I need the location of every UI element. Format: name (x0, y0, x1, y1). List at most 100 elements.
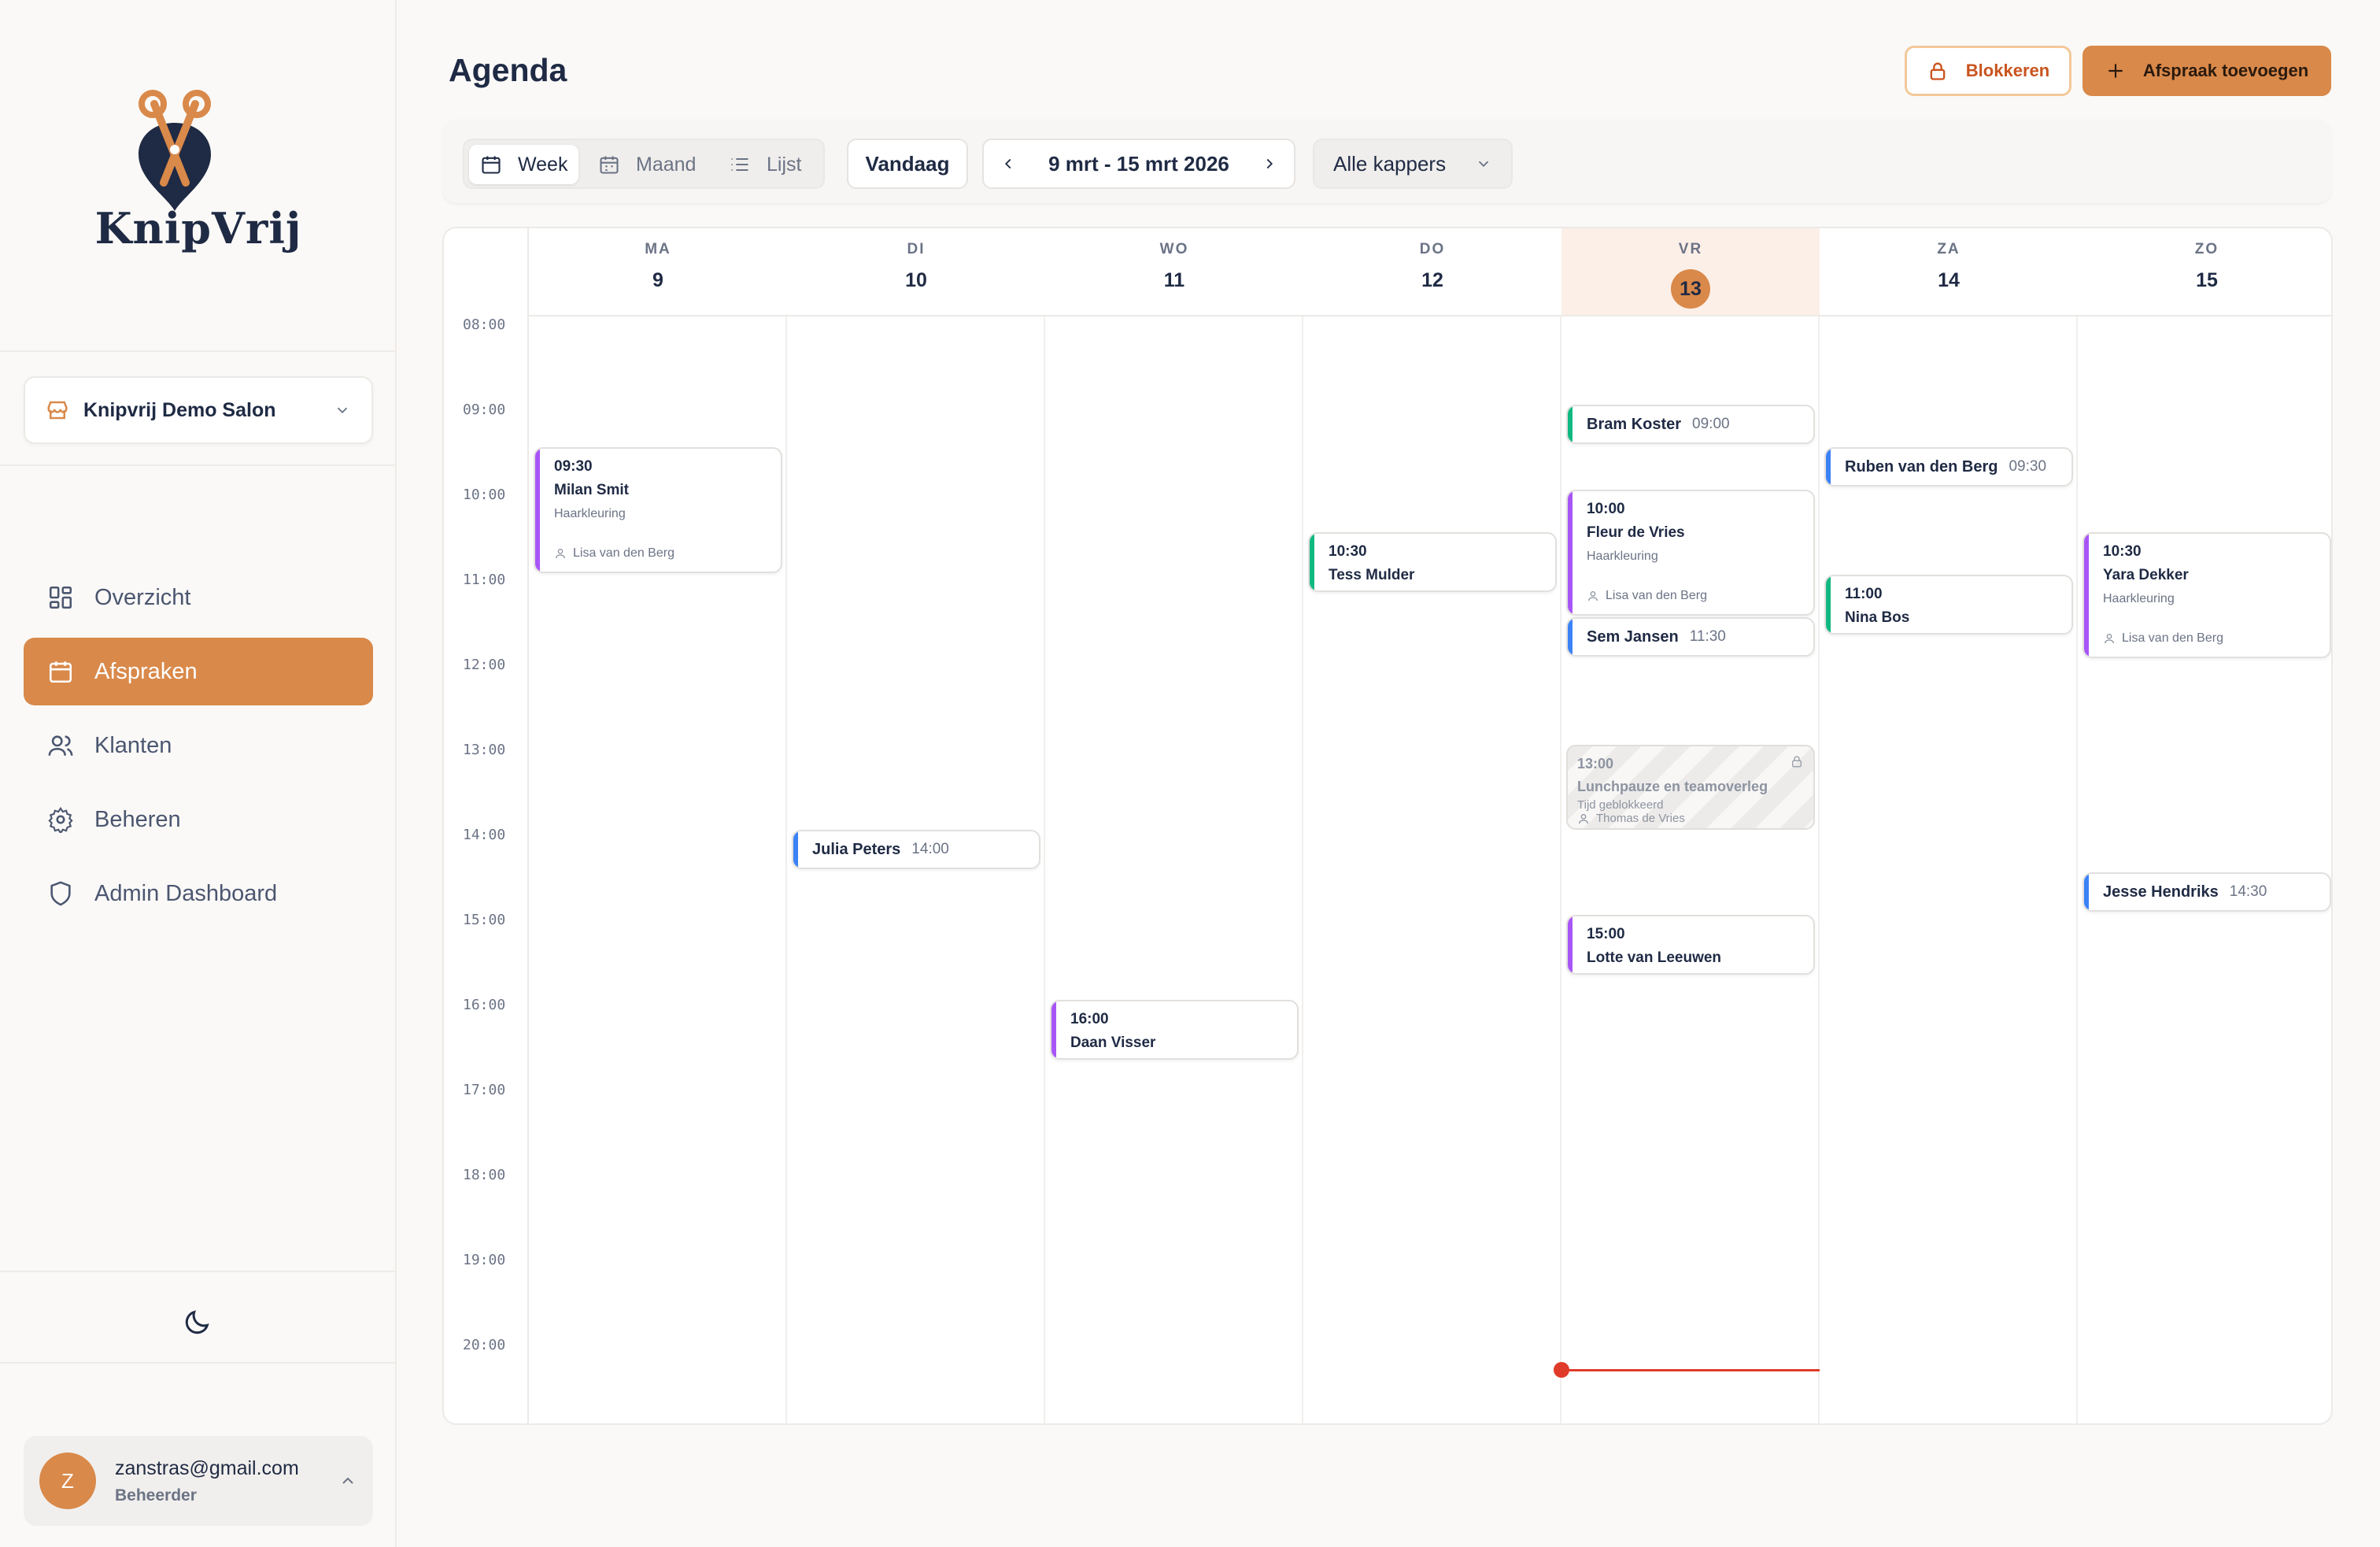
view-week-button[interactable]: Week (469, 145, 579, 184)
time-label: 18:00 (463, 1167, 506, 1183)
barber-filter-select[interactable]: Alle kappers (1313, 139, 1513, 189)
sidebar: KnipVrij Knipvrij Demo Salon Overzicht A… (0, 0, 397, 1547)
blocked-time-slot[interactable]: 13:00 Lunchpauze en teamoverleg Tijd geblo… (1566, 745, 1815, 830)
time-label: 15:00 (463, 912, 506, 928)
color-bar (793, 831, 798, 868)
nav-item-admin-dashboard[interactable]: Admin Dashboard (24, 860, 373, 927)
client-name: Yara Dekker (2103, 567, 2189, 583)
client-name: Tess Mulder (1329, 567, 1415, 583)
day-date: 15 (2196, 269, 2218, 291)
nav-item-klanten[interactable]: Klanten (24, 712, 373, 779)
appointment-card[interactable]: 10:30 Yara Dekker Haarkleuring Lisa van den… (2082, 532, 2331, 658)
color-bar (2084, 874, 2089, 910)
avatar: Z (39, 1453, 96, 1509)
time-label: 20:00 (463, 1337, 506, 1353)
color-bar (1051, 1001, 1056, 1058)
service-name: Haarkleuring (2103, 592, 2175, 605)
appointment-card[interactable]: Bram Koster 09:00 (1566, 405, 1815, 444)
calendar-icon (49, 661, 72, 683)
client-name: Bram Koster (1587, 415, 1682, 433)
time-label: 12:00 (463, 657, 506, 673)
view-list-button[interactable]: Lijst (718, 145, 812, 184)
lock-icon (1792, 756, 1802, 768)
nav-label: Afspraken (94, 658, 198, 684)
calendar-toolbar: Week Maand Lijst Vandaag 9 mrt - 15 mrt … (442, 120, 2331, 203)
person-icon (2105, 634, 2114, 644)
day-column[interactable] (1561, 316, 1820, 1423)
appointment-card[interactable]: Julia Peters 14:00 (792, 830, 1040, 869)
time-label: 08:00 (463, 316, 506, 333)
calendar-icon (482, 156, 501, 174)
today-button[interactable]: Vandaag (847, 139, 968, 189)
day-column[interactable] (787, 316, 1045, 1423)
barber-name: Lisa van den Berg (2103, 631, 2223, 646)
view-month-button[interactable]: Maand (587, 145, 707, 184)
day-name: VR (1678, 241, 1703, 257)
day-name: DO (1419, 241, 1446, 257)
client-name: Nina Bos (1845, 609, 1910, 626)
gear-icon (48, 806, 73, 833)
color-bar (1310, 534, 1314, 590)
block-button[interactable]: Blokkeren (1905, 46, 2071, 96)
day-name: MA (645, 241, 671, 257)
client-name: Daan Visser (1070, 1034, 1156, 1051)
blocked-note: Tijd geblokkeerd (1577, 798, 1664, 812)
logo: KnipVrij (0, 0, 397, 346)
appointment-card[interactable]: 10:00 Fleur de Vries Haarkleuring Lisa van … (1566, 490, 1815, 616)
today-date-badge: 13 (1671, 269, 1710, 309)
salon-selector[interactable]: Knipvrij Demo Salon (24, 376, 373, 444)
client-name: Ruben van den Berg (1845, 457, 1998, 476)
appointment-card[interactable]: 11:00Nina BosKnippen + Baard (1824, 575, 2073, 635)
view-label: Lijst (767, 153, 802, 176)
day-header: VR 13 (1561, 228, 1820, 316)
appointment-time: 10:00 (1587, 501, 1625, 517)
current-time-line (1561, 1369, 1820, 1372)
blocked-barber: Thomas de Vries (1577, 812, 1813, 825)
person-icon (1588, 591, 1598, 601)
chevron-left-icon[interactable] (1000, 155, 1017, 172)
day-header: WO 11 (1045, 228, 1303, 316)
user-role: Beheerder (115, 1486, 197, 1504)
client-name: Fleur de Vries (1587, 524, 1685, 541)
time-column: 08:00 09:00 10:00 11:00 12:00 13:00 14:00 15:00… (444, 228, 529, 1423)
main-content: Agenda Blokkeren Afspraak toevoegen Week… (397, 0, 2380, 1547)
chevron-right-icon[interactable] (1261, 155, 1278, 172)
day-column[interactable] (1303, 316, 1561, 1423)
block-button-label: Blokkeren (1965, 61, 2050, 80)
appointment-time: 09:00 (1692, 416, 1730, 432)
day-column[interactable] (2078, 316, 2331, 1423)
client-name: Julia Peters (812, 840, 901, 858)
day-header: DO 12 (1303, 228, 1561, 316)
chevron-down-icon (1478, 161, 1489, 168)
day-column[interactable] (1045, 316, 1303, 1423)
time-label: 11:00 (463, 572, 506, 588)
appointment-card[interactable]: 15:00Lotte van LeeuwenDames Knippen (1566, 915, 1815, 975)
appointment-card[interactable]: Sem Jansen 11:30 (1566, 617, 1815, 657)
grid-icon (49, 586, 72, 609)
scissors-pin-logo-icon (139, 90, 211, 211)
day-header: ZO 15 (2078, 228, 2331, 316)
day-header: MA 9 (529, 228, 787, 316)
appointment-card[interactable]: Ruben van den Berg 09:30 (1824, 447, 2073, 487)
nav-item-beheren[interactable]: Beheren (24, 786, 373, 853)
service-name: Haarkleuring (1587, 550, 1658, 563)
add-appointment-button[interactable]: Afspraak toevoegen (2082, 46, 2331, 96)
appointment-time: 14:00 (911, 841, 949, 857)
moon-icon[interactable] (181, 1307, 213, 1338)
appointment-card[interactable]: 10:30Tess MulderKnippen + Baard (1308, 532, 1557, 592)
barber-filter-value: Alle kappers (1333, 151, 1447, 176)
day-date: 9 (652, 269, 663, 291)
nav-item-overzicht[interactable]: Overzicht (24, 564, 373, 631)
appointment-card[interactable]: Jesse Hendriks 14:30 (2082, 872, 2331, 912)
lock-icon (1930, 62, 1946, 80)
day-date: 14 (1938, 269, 1960, 291)
list-icon (731, 157, 748, 172)
appointment-time: 09:30 (554, 458, 593, 475)
appointment-card[interactable]: 16:00Daan VisserDames Knippen (1050, 1000, 1299, 1060)
time-label: 16:00 (463, 997, 506, 1013)
time-label: 14:00 (463, 827, 506, 843)
nav-item-afspraken[interactable]: Afspraken (24, 638, 373, 705)
appointment-card[interactable]: 09:30 Milan Smit Haarkleuring Lisa van den … (534, 447, 782, 573)
user-menu[interactable]: Z zanstras@gmail.com Beheerder (24, 1436, 373, 1526)
appointment-time: 15:00 (1587, 926, 1625, 942)
